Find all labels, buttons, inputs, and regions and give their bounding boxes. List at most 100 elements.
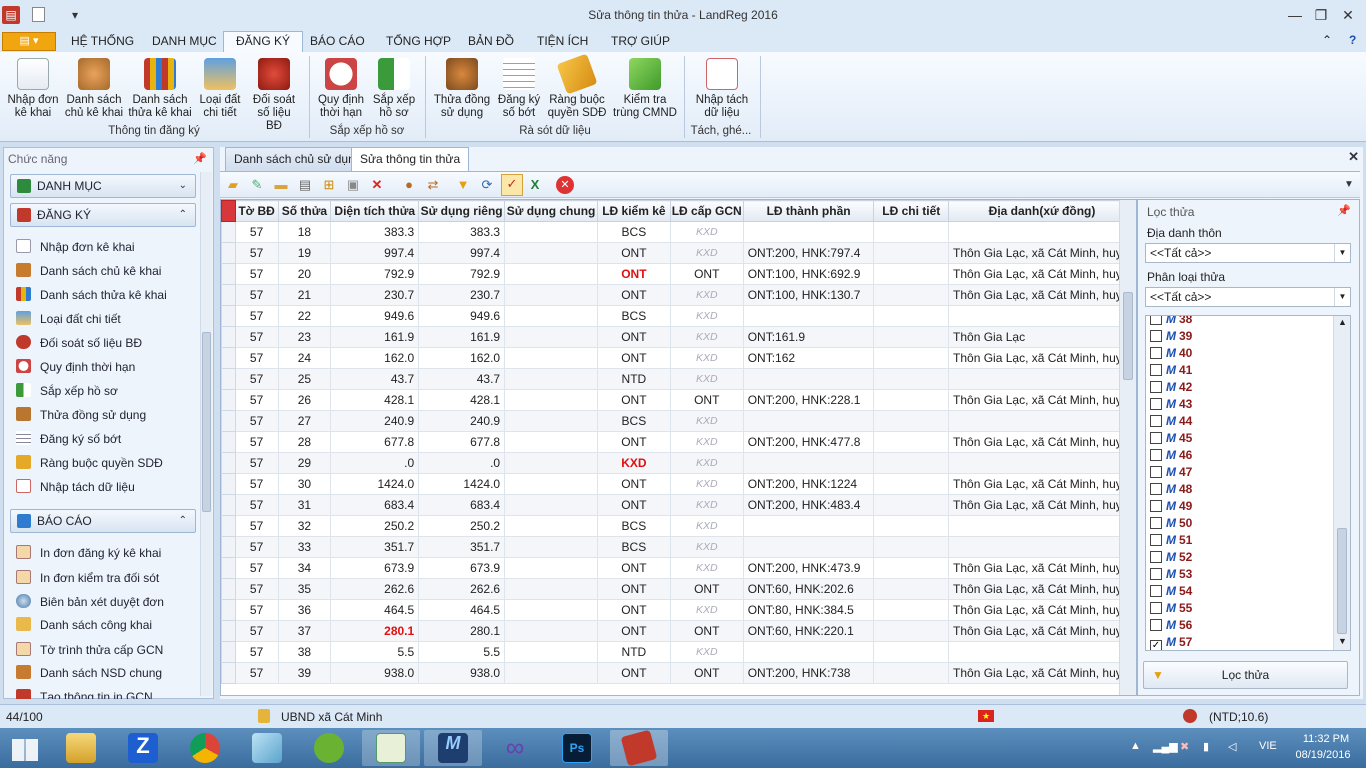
checkbox[interactable] <box>1150 364 1162 376</box>
table-cell[interactable]: Thôn Gia Lạc, xã Cát Minh, huy... <box>948 263 1136 285</box>
row-indicator[interactable] <box>221 242 236 264</box>
sidebar-item[interactable]: Biên bản xét duyệt đơn <box>16 594 164 610</box>
table-cell[interactable]: Thôn Gia Lạc, xã Cát Minh, huy... <box>948 557 1136 579</box>
tray-expand-icon[interactable]: ▲ <box>1130 740 1141 752</box>
open-folder-icon[interactable]: ▰ <box>224 176 242 194</box>
sheet-checkbox-item[interactable]: M 40 <box>1150 345 1192 362</box>
column-header[interactable]: Sử dụng chung <box>504 200 598 222</box>
table-cell[interactable] <box>504 368 598 390</box>
table-cell[interactable] <box>504 263 598 285</box>
row-indicator[interactable] <box>221 620 236 642</box>
column-header[interactable]: Tờ BĐ <box>234 200 279 222</box>
table-cell[interactable]: 57 <box>234 662 279 684</box>
table-row[interactable]: 57 28 677.8 677.8 ONT KXD ONT:200, HNK:477.8 Th… <box>221 431 1136 453</box>
table-cell[interactable]: ONT <box>597 620 671 642</box>
quy-dinh-thoi-han-button[interactable]: Quy định thời hạn <box>314 58 368 120</box>
table-cell[interactable]: KXD <box>669 557 744 579</box>
column-header[interactable]: LĐ chi tiết <box>873 200 950 222</box>
checkbox[interactable] <box>1150 517 1162 529</box>
table-cell[interactable]: Thôn Gia Lạc, xã Cát Minh, huy... <box>948 620 1136 642</box>
row-indicator[interactable] <box>221 368 236 390</box>
sheet-checkbox-item[interactable]: M 51 <box>1150 532 1192 549</box>
sheet-checkbox-item[interactable]: M 38 <box>1150 316 1192 328</box>
sidebar-scrollbar[interactable] <box>200 172 212 696</box>
table-cell[interactable]: 57 <box>234 536 279 558</box>
sheet-checkbox-item[interactable]: M 49 <box>1150 498 1192 515</box>
row-indicator[interactable] <box>221 515 236 537</box>
column-header[interactable]: Sử dụng riêng <box>418 200 506 222</box>
table-cell[interactable]: 57 <box>234 452 279 474</box>
table-cell[interactable]: 29 <box>277 452 332 474</box>
table-cell[interactable]: 28 <box>277 431 332 453</box>
checkbox[interactable] <box>1150 585 1162 597</box>
pin-icon[interactable]: 📌 <box>1337 204 1351 217</box>
table-cell[interactable]: ONT <box>597 662 671 684</box>
row-indicator[interactable] <box>221 557 236 579</box>
table-cell[interactable]: 43.7 <box>330 368 420 390</box>
table-cell[interactable]: 351.7 <box>418 536 506 558</box>
table-cell[interactable]: 677.8 <box>418 431 506 453</box>
signal-icon[interactable]: ▂▄▆ <box>1153 740 1178 753</box>
row-indicator[interactable] <box>221 347 236 369</box>
table-cell[interactable] <box>873 641 950 663</box>
scroll-down-icon[interactable]: ▼ <box>1338 636 1347 646</box>
table-cell[interactable]: 262.6 <box>418 578 506 600</box>
table-cell[interactable]: Thôn Gia Lạc, xã Cát Minh, huy... <box>948 578 1136 600</box>
filter-button[interactable]: ▼ Lọc thửa <box>1143 661 1348 689</box>
table-cell[interactable]: 25 <box>277 368 332 390</box>
table-cell[interactable]: ONT:100, HNK:130.7 <box>742 284 875 306</box>
table-cell[interactable] <box>873 452 950 474</box>
sap-xep-ho-so-button[interactable]: Sắp xếp hồ sơ <box>370 58 418 120</box>
table-cell[interactable]: 5.5 <box>330 641 420 663</box>
table-cell[interactable] <box>873 242 950 264</box>
table-cell[interactable] <box>504 620 598 642</box>
table-cell[interactable]: 262.6 <box>330 578 420 600</box>
table-cell[interactable]: BCS <box>597 536 671 558</box>
taskbar-coccoc[interactable] <box>300 730 358 766</box>
row-indicator[interactable] <box>221 536 236 558</box>
table-cell[interactable]: 57 <box>234 494 279 516</box>
table-cell[interactable]: 428.1 <box>330 389 420 411</box>
table-cell[interactable]: 949.6 <box>330 305 420 327</box>
table-cell[interactable]: 997.4 <box>330 242 420 264</box>
danh-sach-thua-button[interactable]: Danh sách thửa kê khai <box>128 58 192 120</box>
sidebar-item[interactable]: Danh sách công khai <box>16 617 152 633</box>
table-cell[interactable]: ONT <box>597 557 671 579</box>
table-cell[interactable] <box>504 221 598 243</box>
sheet-checkbox-item[interactable]: M 56 <box>1150 617 1192 634</box>
table-row[interactable]: 57 20 792.9 792.9 ONT ONT ONT:100, HNK:692.9 Th… <box>221 263 1136 285</box>
sheet-checkbox-item[interactable]: M 43 <box>1150 396 1192 413</box>
table-cell[interactable] <box>873 389 950 411</box>
table-cell[interactable] <box>742 452 875 474</box>
tab-dang-ky[interactable]: ĐĂNG KÝ <box>223 31 304 52</box>
table-cell[interactable] <box>504 662 598 684</box>
table-cell[interactable]: 57 <box>234 347 279 369</box>
filter-icon[interactable]: ▼ <box>454 176 472 194</box>
tab-danh-muc[interactable]: DANH MỤC <box>146 34 223 48</box>
category-dang-ky[interactable]: ĐĂNG KÝ ⌃ <box>10 203 196 227</box>
table-cell[interactable]: Thôn Gia Lạc, xã Cát Minh, huy... <box>948 599 1136 621</box>
table-row[interactable]: 57 23 161.9 161.9 ONT KXD ONT:161.9 Thôn Gia Lạ… <box>221 326 1136 348</box>
table-cell[interactable] <box>504 599 598 621</box>
table-row[interactable]: 57 22 949.6 949.6 BCS KXD <box>221 305 1136 327</box>
table-cell[interactable] <box>948 305 1136 327</box>
table-cell[interactable]: KXD <box>669 641 744 663</box>
table-cell[interactable]: ONT <box>597 494 671 516</box>
sheet-checkbox-item[interactable]: M 48 <box>1150 481 1192 498</box>
table-cell[interactable]: 673.9 <box>330 557 420 579</box>
table-cell[interactable]: 22 <box>277 305 332 327</box>
table-cell[interactable] <box>504 326 598 348</box>
table-cell[interactable] <box>948 515 1136 537</box>
tab-ban-do[interactable]: BẢN ĐỒ <box>462 34 520 48</box>
table-cell[interactable]: ONT:200, HNK:477.8 <box>742 431 875 453</box>
table-cell[interactable]: 57 <box>234 641 279 663</box>
table-cell[interactable] <box>504 578 598 600</box>
table-cell[interactable] <box>742 641 875 663</box>
table-cell[interactable]: 57 <box>234 473 279 495</box>
table-row[interactable]: 57 18 383.3 383.3 BCS KXD <box>221 221 1136 243</box>
table-cell[interactable]: ONT <box>597 431 671 453</box>
table-cell[interactable] <box>948 368 1136 390</box>
table-row[interactable]: 57 25 43.7 43.7 NTD KXD <box>221 368 1136 390</box>
table-cell[interactable]: KXD <box>669 515 744 537</box>
sheet-checkbox-item[interactable]: M 47 <box>1150 464 1192 481</box>
